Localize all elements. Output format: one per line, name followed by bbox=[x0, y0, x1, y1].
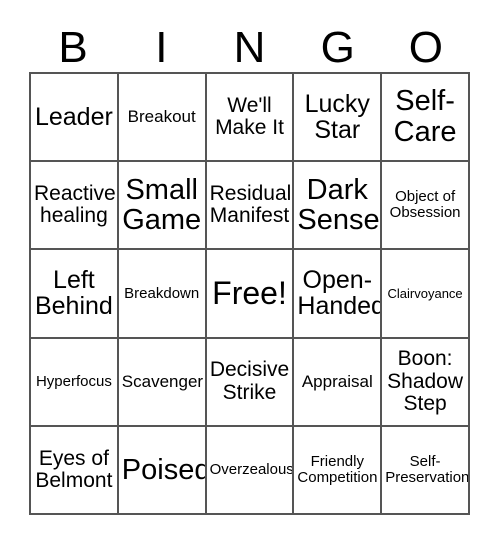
bingo-cell-label: Leader bbox=[34, 102, 113, 131]
bingo-cell-n1[interactable]: We'll Make It bbox=[206, 74, 295, 163]
header-letter-o: O bbox=[408, 23, 444, 72]
bingo-cell-free-space[interactable]: Free! bbox=[206, 250, 295, 339]
bingo-cell-label: Dark Sense bbox=[297, 173, 380, 237]
bingo-cell-label: Left Behind bbox=[34, 265, 113, 321]
bingo-cell-o3[interactable]: Clairvoyance bbox=[382, 250, 470, 339]
bingo-cell-g2[interactable]: Dark Sense bbox=[294, 162, 383, 251]
bingo-cell-label: Scavenger bbox=[121, 371, 204, 391]
bingo-cell-b3[interactable]: Left Behind bbox=[31, 250, 119, 339]
bingo-cell-i2[interactable]: Small Game bbox=[118, 162, 207, 251]
bingo-cell-label: Self- Care bbox=[393, 85, 457, 149]
header-letter-n: N bbox=[233, 23, 266, 72]
bingo-cell-g3[interactable]: Open- Handed bbox=[294, 250, 383, 339]
bingo-cell-label: Friendly Competition bbox=[297, 453, 378, 486]
bingo-cell-o5[interactable]: Self- Preservation bbox=[382, 426, 470, 515]
bingo-cell-label: Decisive Strike bbox=[209, 358, 290, 404]
bingo-cell-g5[interactable]: Friendly Competition bbox=[294, 426, 383, 515]
bingo-cell-i5[interactable]: Poised bbox=[118, 426, 207, 515]
bingo-cell-n2[interactable]: Residual Manifest bbox=[206, 162, 295, 251]
bingo-cell-label: Self- Preservation bbox=[385, 453, 470, 486]
bingo-cell-label: Overzealous bbox=[209, 460, 294, 478]
bingo-cell-i1[interactable]: Breakout bbox=[118, 74, 207, 163]
bingo-cell-o2[interactable]: Object of Obsession bbox=[382, 162, 470, 251]
bingo-cell-b4[interactable]: Hyperfocus bbox=[31, 338, 119, 427]
bingo-grid: Leader Breakout We'll Make It Lucky Star… bbox=[29, 72, 470, 515]
bingo-cell-n5[interactable]: Overzealous bbox=[206, 426, 295, 515]
bingo-cell-label: Small Game bbox=[122, 173, 202, 237]
bingo-cell-o1[interactable]: Self- Care bbox=[382, 74, 470, 163]
header-letter-b: B bbox=[58, 23, 88, 72]
bingo-cell-n4[interactable]: Decisive Strike bbox=[206, 338, 295, 427]
bingo-cell-label: Lucky Star bbox=[304, 89, 370, 145]
bingo-cell-b1[interactable]: Leader bbox=[31, 74, 119, 163]
bingo-cell-label: Breakout bbox=[127, 107, 196, 127]
bingo-cell-label: Reactive healing bbox=[34, 182, 116, 228]
bingo-cell-label: Eyes of Belmont bbox=[35, 446, 113, 492]
bingo-cell-label: Open- Handed bbox=[297, 265, 383, 321]
header-letter-i: I bbox=[155, 23, 168, 72]
bingo-cell-o4[interactable]: Boon: Shadow Step bbox=[382, 338, 470, 427]
bingo-card: B I N G O Leader Breakout We'll Make It … bbox=[0, 0, 500, 544]
bingo-free-label: Free! bbox=[212, 274, 287, 311]
bingo-cell-label: Hyperfocus bbox=[35, 372, 112, 390]
bingo-cell-g1[interactable]: Lucky Star bbox=[294, 74, 383, 163]
bingo-cell-label: We'll Make It bbox=[215, 93, 284, 140]
bingo-cell-i3[interactable]: Breakdown bbox=[118, 250, 207, 339]
bingo-cell-label: Boon: Shadow Step bbox=[387, 347, 464, 415]
bingo-cell-label: Residual Manifest bbox=[209, 182, 292, 228]
bingo-cell-b2[interactable]: Reactive healing bbox=[31, 162, 119, 251]
bingo-cell-label: Clairvoyance bbox=[387, 285, 463, 301]
bingo-cell-label: Appraisal bbox=[301, 371, 373, 391]
bingo-cell-g4[interactable]: Appraisal bbox=[294, 338, 383, 427]
bingo-cell-label: Poised bbox=[121, 453, 207, 486]
bingo-cell-b5[interactable]: Eyes of Belmont bbox=[31, 426, 119, 515]
bingo-cell-label: Object of Obsession bbox=[389, 188, 461, 222]
bingo-cell-i4[interactable]: Scavenger bbox=[118, 338, 207, 427]
bingo-header: B I N G O bbox=[29, 14, 470, 72]
header-letter-g: G bbox=[320, 23, 355, 72]
bingo-cell-label: Breakdown bbox=[124, 284, 200, 302]
